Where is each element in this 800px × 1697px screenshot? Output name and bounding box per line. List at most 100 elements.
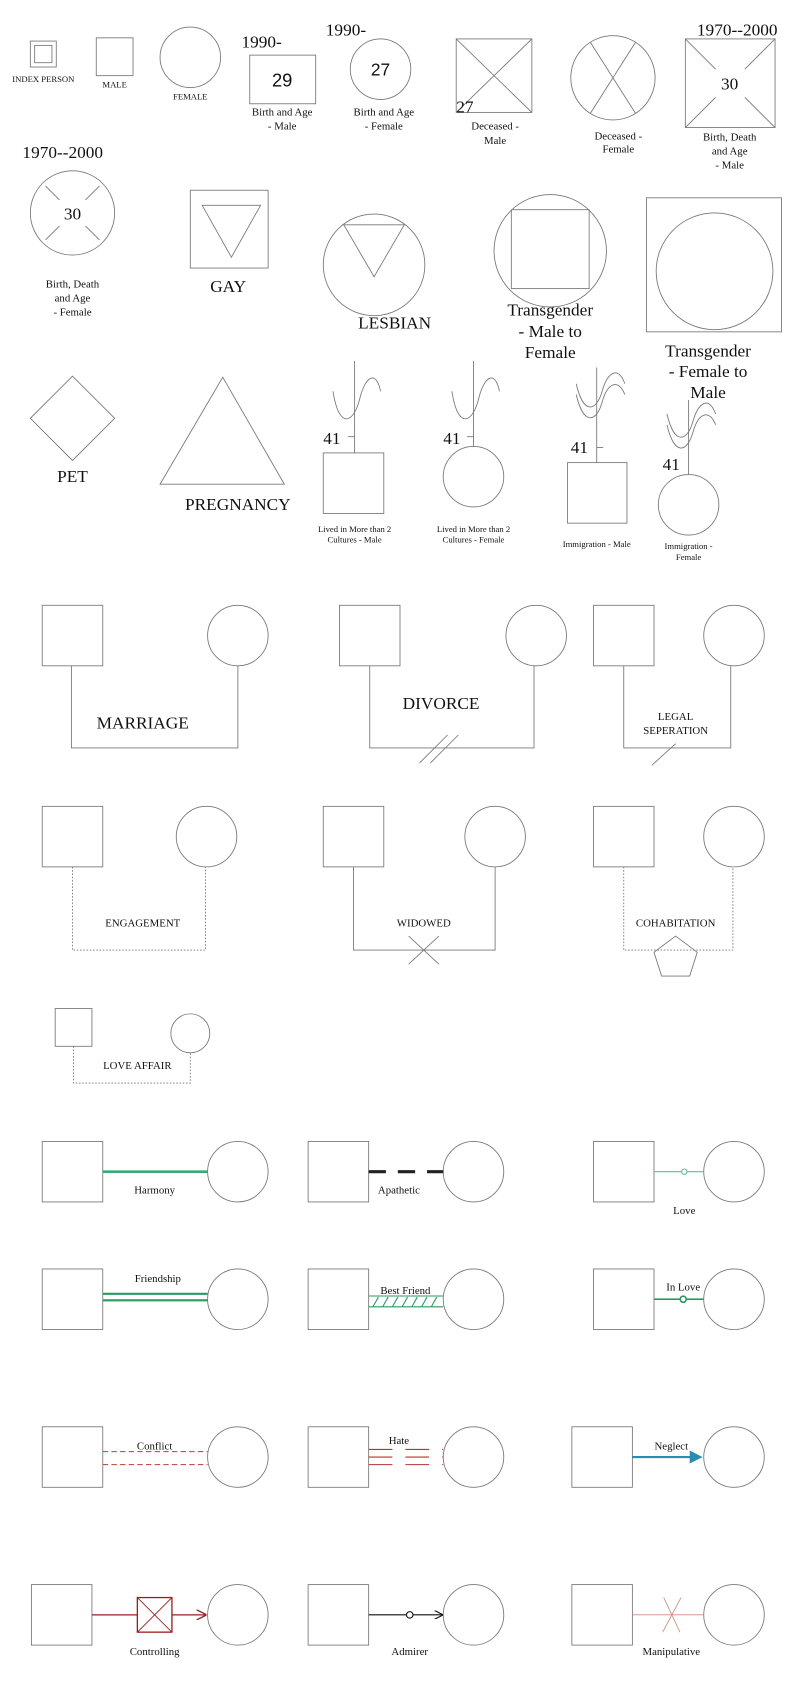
deceased-female-symbol: Deceased - Female: [570, 35, 656, 155]
label: - Male: [268, 121, 297, 133]
admirer-symbol: Admirer: [307, 1584, 505, 1658]
birth-age-female-symbol: 1990- 27 Birth and Age - Female: [326, 21, 414, 133]
label: FEMALE: [173, 91, 208, 101]
age: 30: [721, 75, 738, 94]
label: In Love: [666, 1282, 700, 1294]
transgender-male-to-female-symbol: Transgender - Male to Female: [493, 194, 607, 362]
label: - Female: [53, 307, 91, 319]
years: 1970--2000: [22, 143, 103, 162]
label: PREGNANCY: [185, 495, 291, 514]
lived-cultures-female-symbol: 41 Lived in More than 2 Cultures - Femal…: [437, 361, 510, 545]
female-symbol: FEMALE: [159, 26, 222, 101]
label: Deceased -: [595, 130, 643, 142]
label: Conflict: [137, 1440, 172, 1452]
label: LOVE AFFAIR: [103, 1060, 172, 1072]
label: Birth and Age: [252, 107, 313, 119]
label: Immigration - Male: [563, 539, 631, 549]
label: Friendship: [135, 1273, 181, 1285]
age: 27: [371, 60, 390, 80]
harmony-symbol: Harmony: [41, 1140, 269, 1203]
age: 41: [663, 455, 680, 474]
genogram-legend: INDEX PERSON MALE FEMALE 1990- 29 Birth …: [12, 21, 782, 1658]
label: Female: [525, 343, 576, 362]
age: 30: [64, 204, 81, 223]
label: LESBIAN: [358, 314, 431, 333]
label: Best Friend: [380, 1285, 431, 1297]
label: Female: [676, 552, 702, 562]
label: WIDOWED: [397, 917, 451, 929]
friendship-symbol: Friendship: [41, 1268, 269, 1330]
in-love-symbol: In Love: [593, 1268, 765, 1330]
label: LEGAL: [658, 711, 693, 723]
love-affair-symbol: LOVE AFFAIR: [54, 1008, 211, 1084]
index-person-symbol: INDEX PERSON: [12, 40, 75, 84]
hate-symbol: Hate: [307, 1426, 505, 1488]
label: Transgender: [665, 342, 751, 361]
label: Love: [673, 1205, 695, 1217]
male-symbol: MALE: [95, 37, 134, 90]
label: Manipulative: [643, 1646, 701, 1658]
label: Immigration -: [665, 541, 713, 551]
label: Admirer: [391, 1646, 428, 1658]
widowed-symbol: WIDOWED: [322, 805, 526, 965]
love-symbol: Love: [593, 1140, 765, 1217]
apathetic-symbol: Apathetic: [307, 1140, 505, 1203]
lesbian-symbol: LESBIAN: [322, 213, 432, 333]
label: Birth and Age: [353, 107, 414, 119]
age: 29: [272, 69, 292, 90]
controlling-symbol: Controlling: [30, 1584, 269, 1658]
age: 41: [571, 438, 588, 457]
conflict-symbol: Conflict: [41, 1426, 269, 1488]
immigration-female-symbol: 41 Immigration - Female: [657, 399, 720, 562]
label: Lived in More than 2: [318, 524, 391, 534]
pet-symbol: PET: [29, 375, 116, 486]
label: and Age: [712, 146, 748, 158]
age: 41: [443, 429, 460, 448]
label: Transgender: [507, 301, 593, 320]
label: Male: [690, 383, 726, 402]
label: Neglect: [655, 1440, 689, 1452]
manipulative-symbol: Manipulative: [571, 1584, 765, 1658]
label: COHABITATION: [636, 917, 716, 929]
birth-age-male-symbol: 1990- 29 Birth and Age - Male: [241, 33, 317, 133]
label: and Age: [55, 293, 91, 305]
label: INDEX PERSON: [12, 74, 75, 84]
label: Cultures - Female: [443, 535, 505, 545]
label: Hate: [389, 1435, 410, 1447]
pregnancy-symbol: PREGNANCY: [159, 376, 291, 514]
label: - Female to: [669, 362, 748, 381]
label: Apathetic: [378, 1184, 420, 1196]
deceased-male-symbol: 27 Deceased - Male: [455, 38, 533, 147]
neglect-symbol: Neglect: [571, 1426, 765, 1488]
divorce-symbol: DIVORCE: [339, 604, 567, 764]
birth-death-age-female-symbol: 1970--2000 30 Birth, Death and Age - Fem…: [22, 143, 116, 319]
cohabitation-symbol: COHABITATION: [593, 805, 765, 977]
label: Birth, Death: [703, 132, 757, 144]
label: Harmony: [134, 1184, 175, 1196]
birth-death-age-male-symbol: 1970--2000 30 Birth, Death and Age - Mal…: [684, 21, 778, 172]
age: 27: [456, 97, 474, 116]
year: 1990-: [326, 21, 367, 40]
engagement-symbol: ENGAGEMENT: [41, 805, 238, 951]
label: Cultures - Male: [328, 535, 382, 545]
label: DIVORCE: [403, 694, 480, 713]
label: Female: [602, 143, 634, 155]
gay-symbol: GAY: [189, 189, 269, 296]
label: SEPERATION: [643, 725, 708, 737]
transgender-female-to-male-symbol: Transgender - Female to Male: [646, 197, 782, 402]
label: Lived in More than 2: [437, 524, 510, 534]
age: 41: [323, 429, 340, 448]
best-friend-symbol: Best Friend: [307, 1268, 505, 1330]
years: 1970--2000: [697, 21, 778, 40]
label: - Male: [715, 160, 744, 172]
label: Deceased -: [471, 121, 519, 133]
label: MARRIAGE: [97, 714, 189, 733]
marriage-symbol: MARRIAGE: [41, 604, 269, 749]
year: 1990-: [241, 33, 282, 52]
label: - Male to: [519, 322, 582, 341]
immigration-male-symbol: 41 Immigration - Male: [563, 367, 631, 549]
label: GAY: [210, 277, 246, 296]
label: Controlling: [130, 1646, 180, 1658]
label: Birth, Death: [46, 279, 100, 291]
lived-cultures-male-symbol: 41 Lived in More than 2 Cultures - Male: [318, 361, 391, 545]
